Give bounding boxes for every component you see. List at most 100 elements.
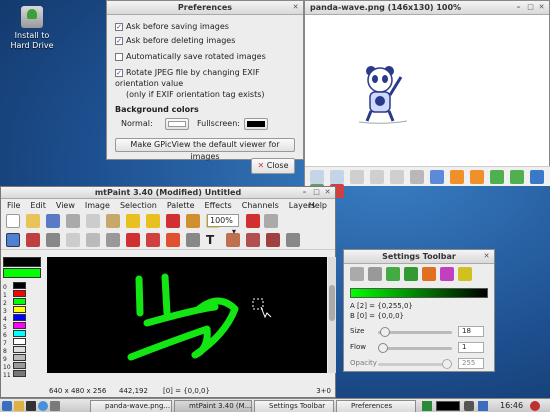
default-viewer-button[interactable]: Make GPicView the default viewer for ima… [115, 138, 295, 161]
volume-icon[interactable] [464, 401, 474, 411]
option-ask-delete[interactable]: ✓ Ask before deleting images [115, 35, 295, 46]
mode-rgb-icon[interactable] [440, 267, 454, 281]
shuffle-tool-icon[interactable] [26, 233, 40, 247]
fullscreen-color-button[interactable] [244, 118, 268, 130]
copy-icon[interactable] [86, 214, 100, 228]
maximize-icon[interactable]: □ [312, 188, 321, 197]
palette-row[interactable]: 0 [3, 282, 45, 291]
size-spinner[interactable]: 18 [458, 326, 484, 337]
menu-file[interactable]: File [7, 201, 20, 210]
checkbox-ask-save[interactable]: ✓ [115, 22, 123, 31]
task-preferences[interactable]: Preferences [336, 400, 416, 412]
start-menu-icon[interactable] [2, 401, 12, 411]
menu-image[interactable]: Image [85, 201, 110, 210]
paste-icon[interactable] [106, 214, 120, 228]
view-window-icon[interactable] [264, 214, 278, 228]
mode-tint-plus-icon[interactable] [404, 267, 418, 281]
smudge-tool-icon[interactable] [86, 233, 100, 247]
zoom-select[interactable]: 100% ▾ [207, 214, 239, 236]
option-ask-save[interactable]: ✓ Ask before saving images [115, 21, 295, 32]
install-desktop-icon[interactable]: Install to Hard Drive [4, 6, 60, 51]
flip-v-icon[interactable] [510, 170, 524, 184]
slideshow-icon[interactable] [350, 170, 364, 184]
flow-spinner[interactable]: 1 [458, 342, 484, 353]
network-icon[interactable] [422, 401, 432, 411]
palette-row[interactable]: 9 [3, 354, 45, 363]
canvas-area[interactable] [47, 257, 327, 373]
normal-color-button[interactable] [165, 118, 189, 130]
palette-editor-icon[interactable] [266, 233, 280, 247]
paint-tool-icon[interactable] [6, 233, 20, 247]
palette-row[interactable]: 4 [3, 314, 45, 323]
close-window-icon[interactable]: ✕ [482, 252, 491, 261]
close-window-icon[interactable]: ✕ [323, 188, 332, 197]
palette-row[interactable]: 5 [3, 322, 45, 331]
checkbox-auto-save-rotated[interactable] [115, 52, 123, 61]
zoom-in-icon[interactable] [390, 170, 404, 184]
mode-cspace-icon[interactable] [422, 267, 436, 281]
gradient-tool-icon[interactable] [166, 233, 180, 247]
option-auto-save-rotated[interactable]: Automatically save rotated images [115, 51, 295, 62]
menu-effects[interactable]: Effects [205, 201, 232, 210]
open-icon[interactable] [26, 214, 40, 228]
opacity-spinner[interactable]: 255 [458, 358, 484, 369]
task-panda-wave[interactable]: panda-wave.png... [90, 400, 172, 412]
option-rotate-exif[interactable]: ✓ Rotate JPEG file by changing EXIF orien… [115, 67, 295, 89]
task-mtpaint[interactable]: mtPaint 3.40 (M... [174, 400, 252, 412]
mode-continuous-icon[interactable] [350, 267, 364, 281]
color-swatch-b[interactable] [3, 268, 41, 278]
layer-icon[interactable] [246, 233, 260, 247]
palette-row[interactable]: 3 [3, 306, 45, 315]
terminal-icon[interactable] [26, 401, 36, 411]
undo-icon[interactable] [126, 214, 140, 228]
clone-tool-icon[interactable] [106, 233, 120, 247]
line-tool-icon[interactable] [66, 233, 80, 247]
palette-row[interactable]: 1 [3, 290, 45, 299]
cut-icon[interactable] [66, 214, 80, 228]
palette-row[interactable]: 7 [3, 338, 45, 347]
desktop-icon[interactable] [50, 401, 60, 411]
palette-row[interactable]: 11 [3, 370, 45, 379]
vertical-scrollbar[interactable] [328, 257, 336, 373]
menu-channels[interactable]: Channels [242, 201, 279, 210]
next-image-icon[interactable] [330, 170, 344, 184]
flow-slider[interactable] [378, 343, 388, 353]
browser-icon[interactable] [38, 401, 48, 411]
size-slider[interactable] [380, 327, 390, 337]
opacity-slider[interactable] [442, 359, 452, 369]
zoom-out-icon[interactable] [370, 170, 384, 184]
menu-edit[interactable]: Edit [30, 201, 46, 210]
prev-image-icon[interactable] [310, 170, 324, 184]
file-manager-icon[interactable] [14, 401, 24, 411]
fullscreen-icon[interactable] [430, 170, 444, 184]
mode-opacity-icon[interactable] [368, 267, 382, 281]
palette-row[interactable]: 10 [3, 362, 45, 371]
mode-selective-icon[interactable] [458, 267, 472, 281]
clock[interactable]: 16:46 [500, 400, 523, 412]
palette-row[interactable]: 8 [3, 346, 45, 355]
power-icon[interactable] [530, 401, 540, 411]
color-swatch-a[interactable] [3, 257, 41, 267]
flip-h-icon[interactable] [490, 170, 504, 184]
crop-icon[interactable] [186, 214, 200, 228]
select-tool-icon[interactable] [126, 233, 140, 247]
minimize-icon[interactable]: – [514, 3, 523, 12]
pan-icon[interactable] [166, 214, 180, 228]
checkbox-ask-delete[interactable]: ✓ [115, 36, 123, 45]
palette-row[interactable]: 6 [3, 330, 45, 339]
menu-selection[interactable]: Selection [120, 201, 157, 210]
menu-palette[interactable]: Palette [167, 201, 195, 210]
new-icon[interactable] [6, 214, 20, 228]
flood-fill-icon[interactable] [46, 233, 60, 247]
monitor-icon[interactable] [478, 401, 488, 411]
minimize-icon[interactable]: – [300, 188, 309, 197]
save-icon[interactable] [46, 214, 60, 228]
menu-help[interactable]: Help [309, 199, 327, 212]
redo-icon[interactable] [146, 214, 160, 228]
mode-tint-icon[interactable] [386, 267, 400, 281]
close-button[interactable]: ✕ Close [251, 158, 295, 174]
rotate-left-icon[interactable] [450, 170, 464, 184]
fit-icon[interactable] [410, 170, 424, 184]
palette-row[interactable]: 2 [3, 298, 45, 307]
rotate-right-icon[interactable] [470, 170, 484, 184]
